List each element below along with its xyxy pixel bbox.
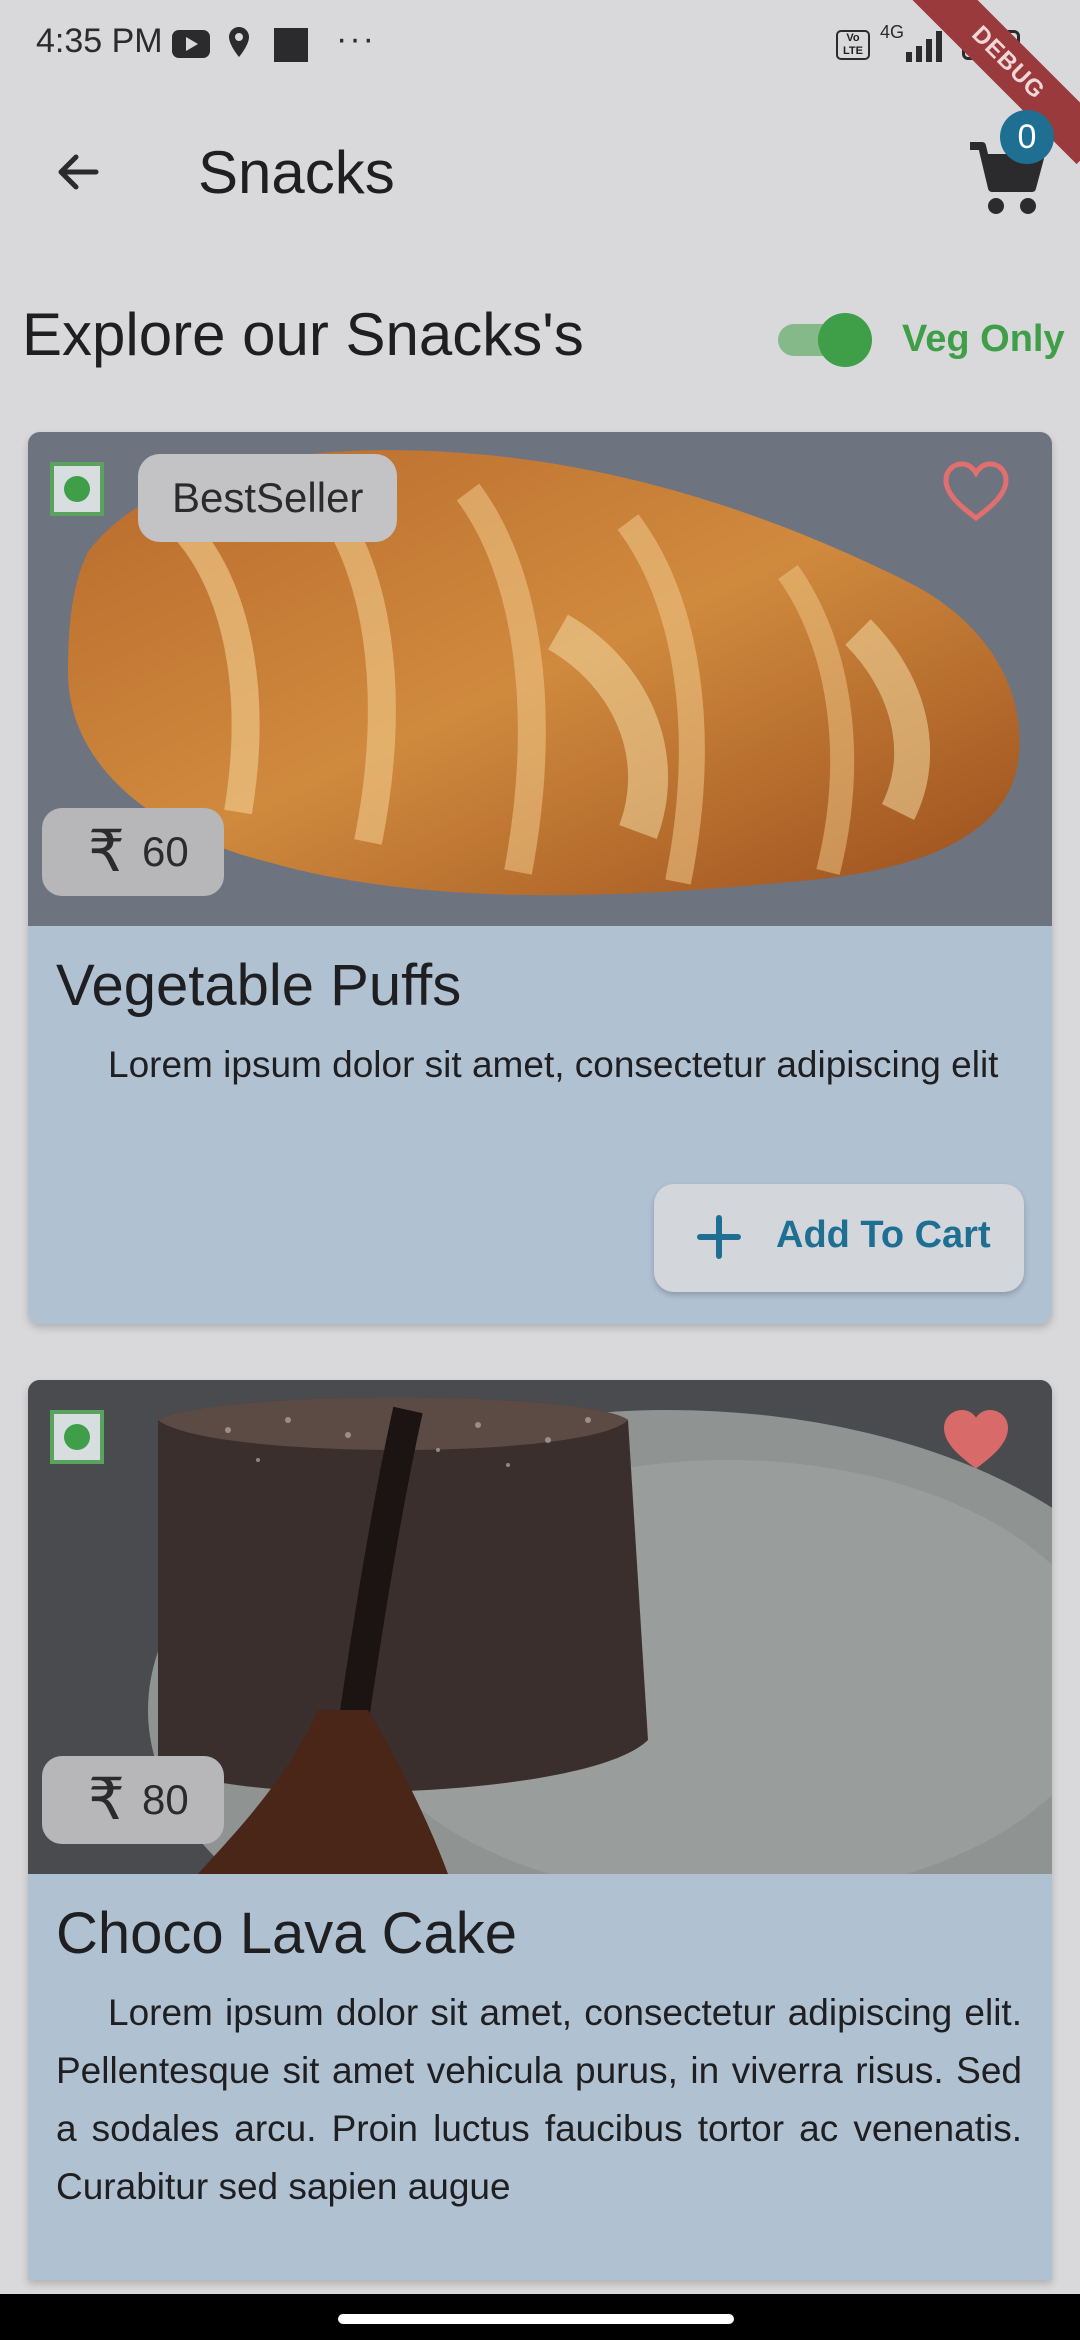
product-card[interactable]: BestSeller ₹ 60 Vegetable Puffs Lorem ip…	[28, 432, 1052, 1324]
youtube-icon	[172, 30, 210, 58]
add-to-cart-button[interactable]: Add To Cart	[654, 1184, 1024, 1292]
product-name: Vegetable Puffs	[56, 953, 462, 1018]
product-description: Lorem ipsum dolor sit amet, consectetur …	[108, 1044, 999, 1085]
veg-only-toggle[interactable]	[774, 310, 882, 367]
cart-count-badge: 0	[1000, 110, 1054, 164]
favorite-heart-filled-icon[interactable]	[940, 1408, 1012, 1472]
rupee-icon: ₹	[88, 1767, 125, 1832]
bestseller-badge: BestSeller	[138, 454, 398, 542]
volte-icon: Vo LTE	[836, 30, 870, 60]
status-time: 4:35 PM	[36, 22, 163, 60]
location-icon	[229, 27, 249, 57]
price-tag: ₹ 80	[42, 1756, 224, 1844]
back-arrow-icon[interactable]	[48, 142, 108, 202]
product-description: Lorem ipsum dolor sit amet, consectetur …	[56, 1992, 1022, 2207]
status-bar: 4:35 PM ··· Vo LTE 4G 46	[0, 0, 1080, 90]
product-name: Choco Lava Cake	[56, 1901, 518, 1966]
add-to-cart-label: Add To Cart	[776, 1214, 991, 1256]
product-image: BestSeller ₹ 60	[28, 432, 1052, 926]
more-dots-icon: ···	[336, 20, 376, 58]
price-tag: ₹ 60	[42, 808, 224, 896]
product-image: ₹ 80	[28, 1380, 1052, 1874]
network-type: 4G	[880, 22, 905, 42]
square-icon	[274, 28, 308, 62]
veg-indicator-icon	[50, 462, 104, 516]
veg-only-label: Veg Only	[902, 318, 1065, 360]
rupee-icon: ₹	[88, 819, 125, 884]
veg-indicator-icon	[50, 1410, 104, 1464]
section-heading: Explore our Snacks's	[22, 301, 584, 368]
signal-icon	[906, 31, 942, 62]
home-gesture-handle[interactable]	[338, 2314, 734, 2324]
app-bar: Snacks 0	[0, 110, 1080, 230]
page-title: Snacks	[198, 139, 395, 206]
plus-icon	[697, 1215, 741, 1259]
product-card[interactable]: ₹ 80 Choco Lava Cake Lorem ipsum dolor s…	[28, 1380, 1052, 2280]
favorite-heart-outline-icon[interactable]	[940, 460, 1012, 524]
price-value: 60	[142, 828, 189, 875]
price-value: 80	[142, 1776, 189, 1823]
system-nav-bar	[0, 2294, 1080, 2340]
